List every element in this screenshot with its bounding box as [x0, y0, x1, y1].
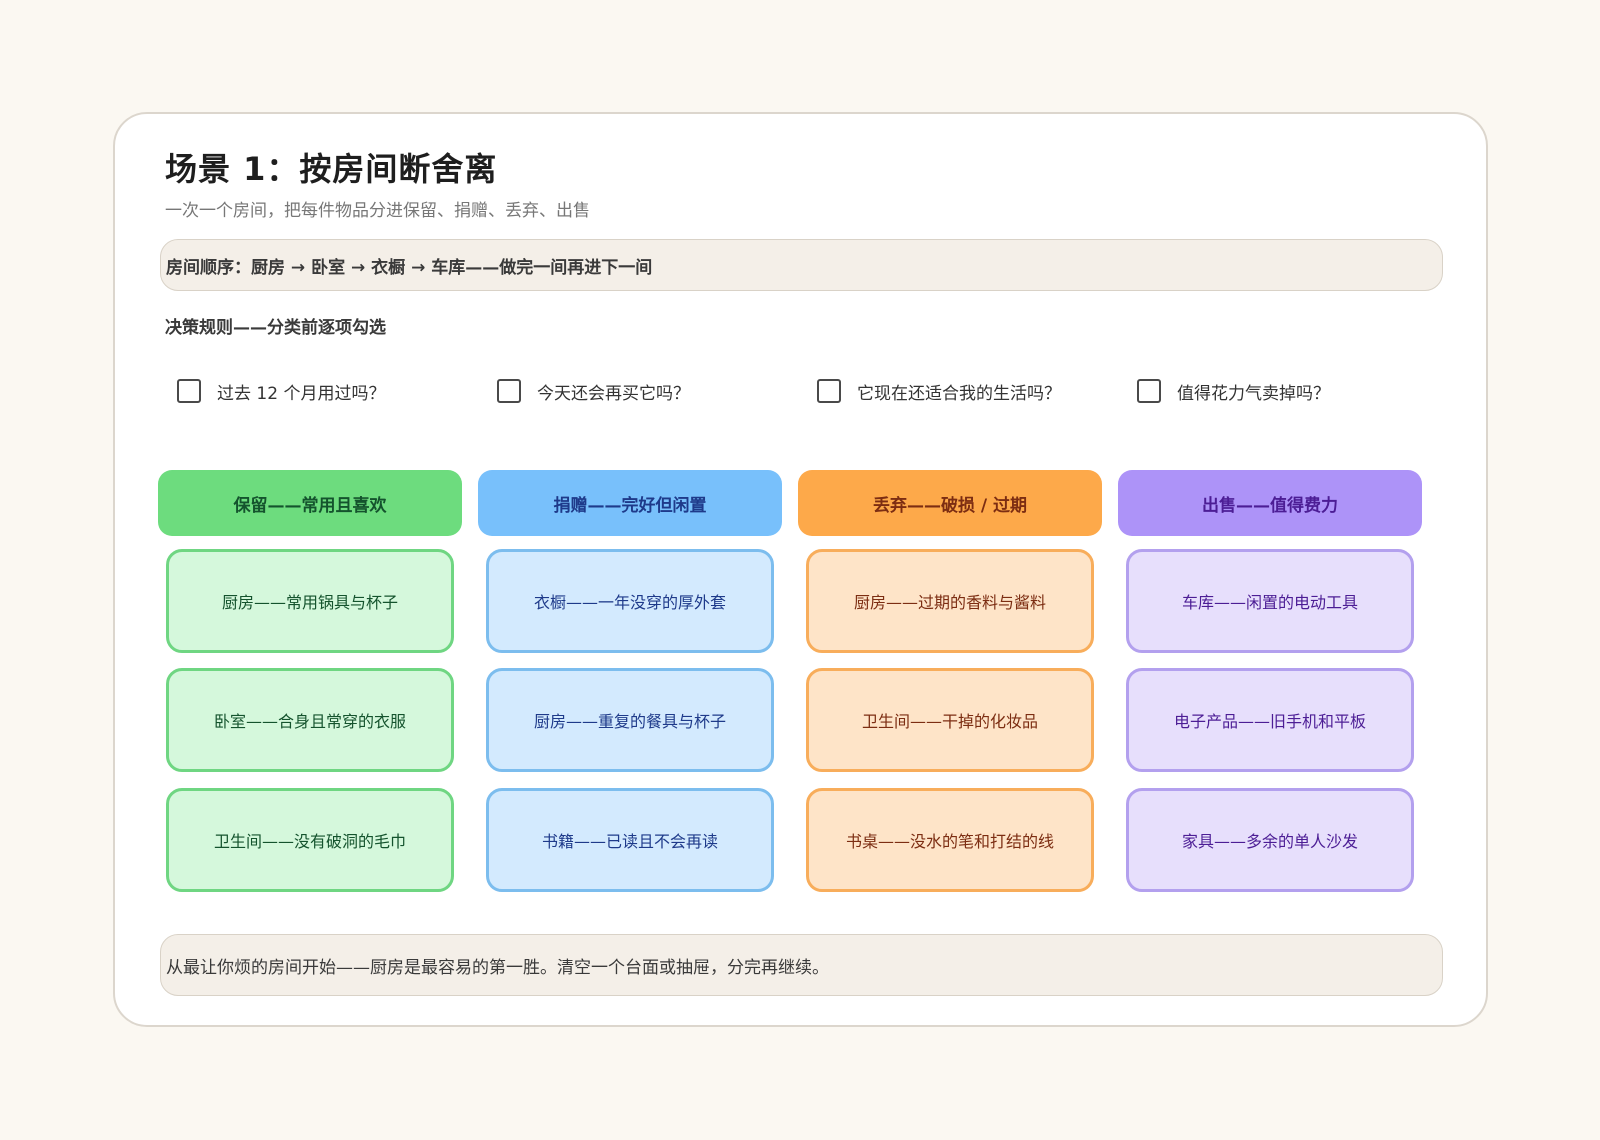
page-title: 场景 1：按房间断舍离 — [165, 150, 498, 188]
sell-item: 电子产品——旧手机和平板 — [1126, 668, 1414, 772]
sell-item: 家具——多余的单人沙发 — [1126, 788, 1414, 892]
checkbox[interactable] — [1137, 379, 1161, 403]
checklist-item[interactable]: 今天还会再买它吗？ — [497, 376, 690, 406]
checklist-label: 它现在还适合我的生活吗？ — [857, 383, 1061, 404]
checkbox[interactable] — [817, 379, 841, 403]
checklist-label: 值得花力气卖掉吗？ — [1177, 383, 1330, 404]
tip-note: 从最让你烦的房间开始——厨房是最容易的第一胜。清空一个台面或抽屉，分完再继续。 — [160, 934, 1443, 996]
keep-item: 卧室——合身且常穿的衣服 — [166, 668, 454, 772]
donate-item: 厨房——重复的餐具与杯子 — [486, 668, 774, 772]
decision-checklist: 过去 12 个月用过吗？ 今天还会再买它吗？ 它现在还适合我的生活吗？ 值得花力… — [177, 376, 1477, 406]
checklist-label: 今天还会再买它吗？ — [537, 383, 690, 404]
checkbox[interactable] — [497, 379, 521, 403]
checklist-item[interactable]: 过去 12 个月用过吗？ — [177, 376, 385, 406]
column-header-sell: 出售——值得费力 — [1118, 470, 1422, 536]
donate-item: 衣橱——一年没穿的厚外套 — [486, 549, 774, 653]
checklist-item[interactable]: 它现在还适合我的生活吗？ — [817, 376, 1061, 406]
keep-item: 卫生间——没有破洞的毛巾 — [166, 788, 454, 892]
rules-label: 决策规则——分类前逐项勾选 — [165, 318, 386, 338]
donate-item: 书籍——已读且不会再读 — [486, 788, 774, 892]
checklist-label: 过去 12 个月用过吗？ — [217, 383, 386, 404]
discard-item: 厨房——过期的香料与酱料 — [806, 549, 1094, 653]
checkbox[interactable] — [177, 379, 201, 403]
keep-item: 厨房——常用锅具与杯子 — [166, 549, 454, 653]
page-subtitle: 一次一个房间，把每件物品分进保留、捐赠、丢弃、出售 — [165, 201, 590, 221]
discard-item: 书桌——没水的笔和打结的线 — [806, 788, 1094, 892]
column-header-discard: 丢弃——破损 / 过期 — [798, 470, 1102, 536]
scenario-card: 场景 1：按房间断舍离 一次一个房间，把每件物品分进保留、捐赠、丢弃、出售 房间… — [113, 112, 1488, 1027]
column-header-donate: 捐赠——完好但闲置 — [478, 470, 782, 536]
column-header-keep: 保留——常用且喜欢 — [158, 470, 462, 536]
room-order-note: 房间顺序：厨房 → 卧室 → 衣橱 → 车库——做完一间再进下一间 — [160, 239, 1443, 291]
sell-item: 车库——闲置的电动工具 — [1126, 549, 1414, 653]
discard-item: 卫生间——干掉的化妆品 — [806, 668, 1094, 772]
checklist-item[interactable]: 值得花力气卖掉吗？ — [1137, 376, 1330, 406]
